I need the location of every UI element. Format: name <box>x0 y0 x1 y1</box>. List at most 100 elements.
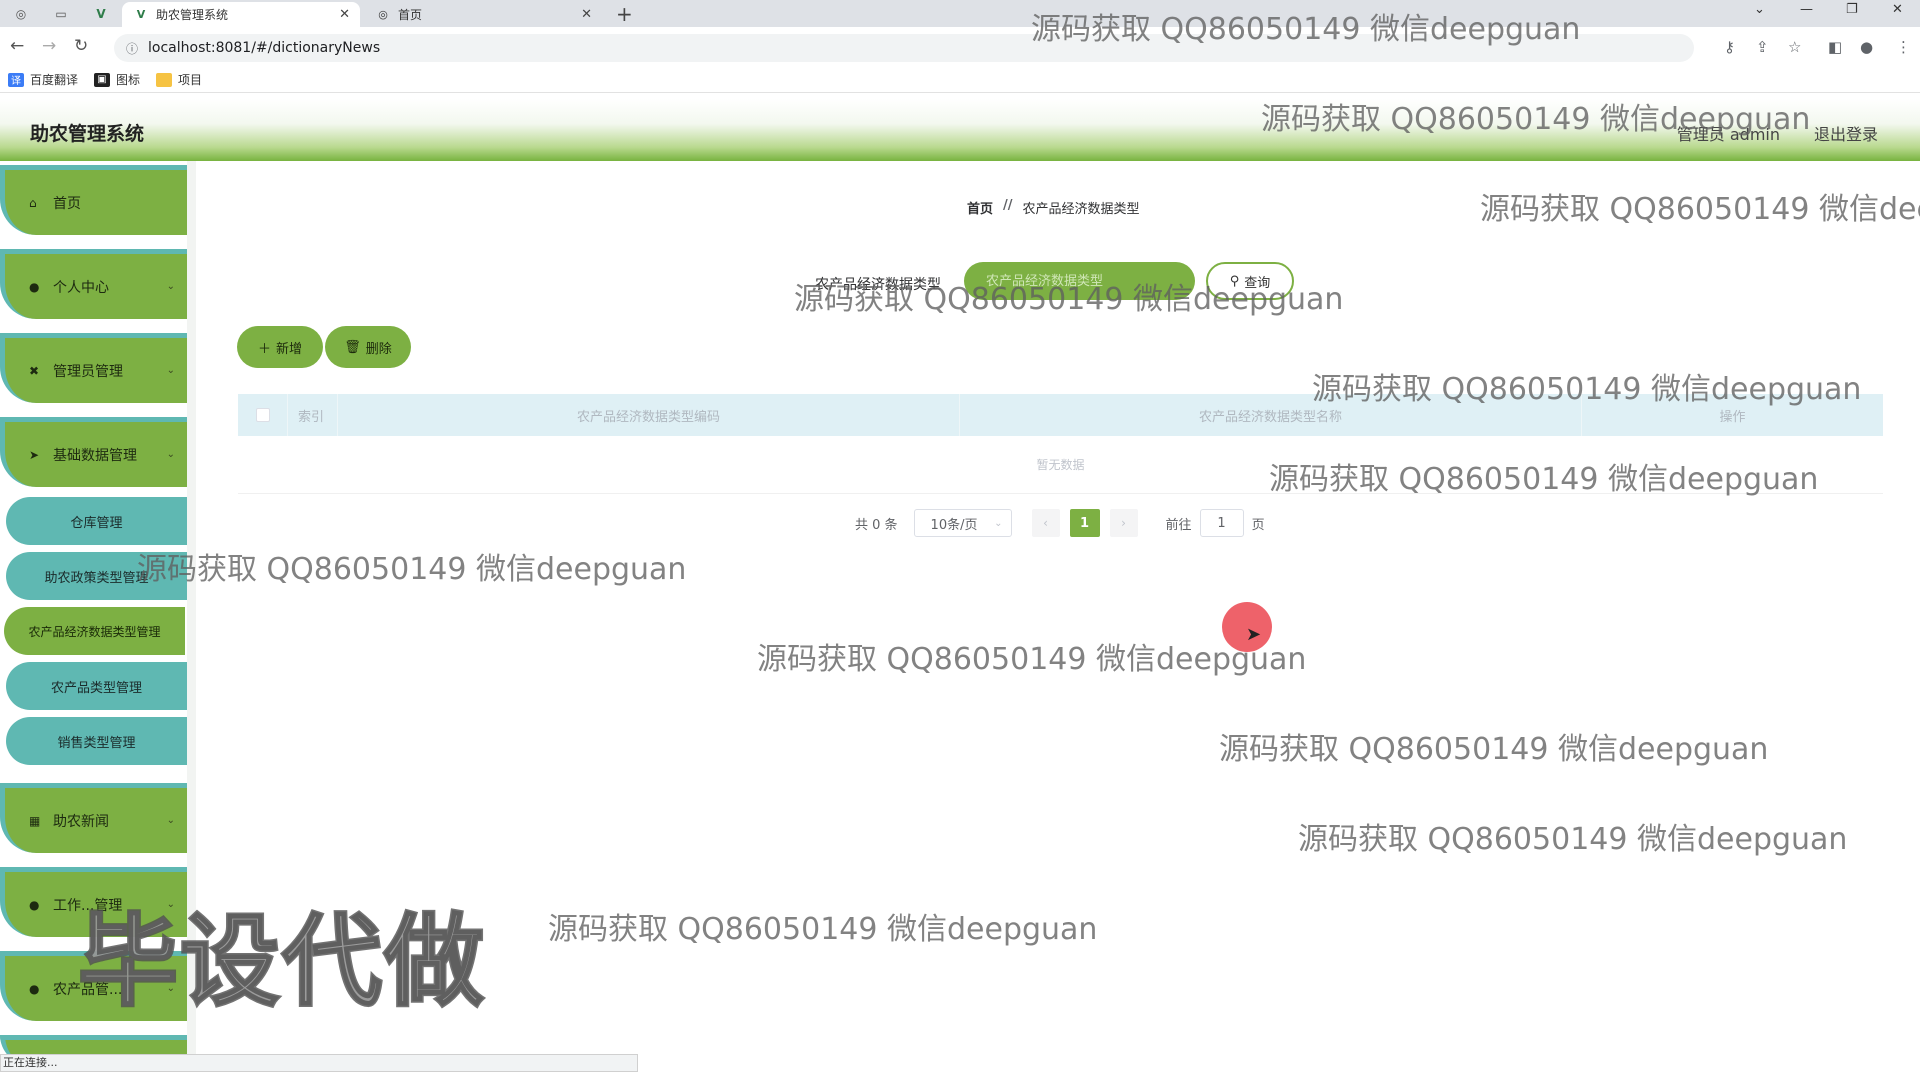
sidebar-sub-economic-data-type[interactable]: 农产品经济数据类型管理 <box>4 607 185 655</box>
watermark-text: 源码获取 QQ86050149 微信deepguan <box>548 912 1098 947</box>
globe-favicon-icon: ◎ <box>378 8 388 21</box>
restore-button[interactable]: ❐ <box>1846 2 1858 17</box>
goto-label: 前往 <box>1165 517 1192 533</box>
watermark-text: 源码获取 QQ86050149 微信deepguan <box>1298 822 1848 857</box>
address-bar: ← → ↻ ⓘ localhost:8081/#/dictionaryNews … <box>0 27 1920 67</box>
sidebar-item-news[interactable]: ▦ 助农新闻 ⌄ <box>0 783 187 853</box>
sidebar-item-work[interactable]: ● 工作...管理 ⌄ <box>0 867 187 937</box>
reload-icon[interactable]: ↻ <box>74 36 88 56</box>
bookmarks-bar: 译 百度翻译 ▣ 图标 ▮ 项目 <box>0 67 1920 93</box>
watermark-text: 源码获取 QQ86050149 微信deepguan <box>1219 732 1769 767</box>
breadcrumb-separator: // <box>1003 198 1013 213</box>
sidebar-sub-warehouse[interactable]: 仓库管理 <box>6 497 187 545</box>
column-header-code: 农产品经济数据类型编码 <box>338 394 960 436</box>
sidebar-sub-product-type[interactable]: 农产品类型管理 <box>6 662 187 710</box>
watermark-text: 源码获取 QQ86050149 微信deepguan <box>1480 192 1920 227</box>
logout-link[interactable]: 退出登录 <box>1814 121 1878 145</box>
table-empty-text: 暂无数据 <box>238 436 1883 494</box>
new-tab-button[interactable]: + <box>616 2 633 26</box>
forward-arrow-icon[interactable]: → <box>42 36 56 56</box>
globe-icon[interactable]: ◎ <box>10 4 32 24</box>
sidebar-item-basic-data[interactable]: ➤ 基础数据管理 ⌄ <box>0 417 187 487</box>
mouse-cursor-icon: ➤ <box>1246 624 1262 645</box>
image-icon: ▣ <box>94 72 111 87</box>
tab-title: 助农管理系统 <box>156 8 229 22</box>
sidepanel-icon[interactable]: ◧ <box>1828 38 1842 56</box>
chevron-down-icon: ⌄ <box>166 365 175 376</box>
column-header-actions: 操作 <box>1719 409 1746 425</box>
chevron-down-icon: ⌄ <box>166 815 175 826</box>
pagination: 共 0 条 10条/页 ⌄ ‹ 1 › 前往 1 页 <box>855 509 1265 537</box>
tab-search-icon[interactable]: ⌄ <box>1754 2 1765 17</box>
column-header-name: 农产品经济数据类型名称 <box>960 394 1582 436</box>
translate-icon: 译 <box>8 72 24 87</box>
chevron-down-icon: ⌄ <box>166 281 175 292</box>
sidebar-item-home[interactable]: ⌂ 首页 <box>0 165 187 235</box>
grid-icon: ▦ <box>29 813 41 828</box>
search-input[interactable] <box>964 262 1195 300</box>
browser-status-bar: 正在连接... <box>0 1054 638 1072</box>
user-icon: ● <box>29 279 40 294</box>
chevron-down-icon: ⌄ <box>166 899 175 910</box>
page-size-select[interactable]: 10条/页 ⌄ <box>913 509 1012 537</box>
minimize-button[interactable]: — <box>1800 2 1813 17</box>
breadcrumb-home[interactable]: 首页 <box>967 198 993 217</box>
breadcrumb-current: 农产品经济数据类型 <box>1022 202 1140 217</box>
send-icon: ➤ <box>29 447 40 462</box>
chevron-down-icon: ⌄ <box>994 517 1003 529</box>
user-icon: ● <box>29 981 40 996</box>
sidebar-item-product[interactable]: ● 农产品管... ⌄ <box>0 951 187 1021</box>
sidebar-item-personal-center[interactable]: ● 个人中心 ⌄ <box>0 249 187 319</box>
watermark-text: 源码获取 QQ86050149 微信deepguan <box>757 642 1307 677</box>
info-icon[interactable]: ⓘ <box>126 40 138 57</box>
bookmark-icons[interactable]: ▣ 图标 <box>94 71 140 88</box>
pin-icon: ● <box>29 897 40 912</box>
folder-icon: ▮ <box>156 72 173 87</box>
chevron-right-icon: › <box>1121 516 1126 530</box>
page-suffix: 页 <box>1251 517 1265 533</box>
page-number-current[interactable]: 1 <box>1069 509 1100 537</box>
key-icon[interactable]: ⚷ <box>1724 38 1735 56</box>
tab-title: 首页 <box>398 8 423 22</box>
tab-close-icon[interactable]: ✕ <box>581 7 592 22</box>
tab-close-icon[interactable]: ✕ <box>339 7 350 22</box>
table-header: 索引 农产品经济数据类型编码 农产品经济数据类型名称 操作 <box>238 394 1883 436</box>
breadcrumb: 首页 // 农产品经济数据类型 <box>967 198 1140 217</box>
sidebar-scrollbar[interactable] <box>187 161 196 1056</box>
add-button[interactable]: ＋ 新增 <box>237 326 323 368</box>
data-table: 索引 农产品经济数据类型编码 农产品经济数据类型名称 操作 暂无数据 <box>238 394 1883 494</box>
admin-icon: ✖ <box>29 363 40 378</box>
menu-dots-icon[interactable]: ⋮ <box>1896 38 1911 56</box>
blank-tab-icon[interactable]: ▭ <box>50 4 72 24</box>
sidebar-item-admin-manage[interactable]: ✖ 管理员管理 ⌄ <box>0 333 187 403</box>
vue-icon[interactable]: V <box>90 4 112 24</box>
share-icon[interactable]: ⇪ <box>1756 38 1769 56</box>
search-button[interactable]: ⚲ 查询 <box>1206 262 1294 300</box>
tab-home[interactable]: ◎ 首页 ✕ <box>364 2 602 27</box>
search-label: 农产品经济数据类型 <box>815 277 941 293</box>
admin-label: 管理员 admin <box>1676 125 1780 144</box>
column-header-index: 索引 <box>288 394 338 436</box>
bookmark-project[interactable]: ▮ 项目 <box>156 71 202 88</box>
select-all-cell <box>238 394 288 436</box>
browser-tab-bar: ◎ ▭ V V 助农管理系统 ✕ ◎ 首页 ✕ + ⌄ — ❐ ✕ <box>0 0 1920 27</box>
close-window-button[interactable]: ✕ <box>1892 2 1903 17</box>
vue-favicon-icon: V <box>136 8 146 21</box>
goto-page-input[interactable]: 1 <box>1199 509 1244 537</box>
sidebar-sub-policy-type[interactable]: 助农政策类型管理 <box>6 552 187 600</box>
star-icon[interactable]: ☆ <box>1788 38 1801 56</box>
pagination-total: 共 0 条 <box>855 517 898 533</box>
next-page-button[interactable]: › <box>1109 509 1138 537</box>
delete-button[interactable]: 🗑 删除 <box>325 326 411 368</box>
profile-icon[interactable]: ● <box>1860 38 1873 56</box>
tab-app[interactable]: V 助农管理系统 ✕ <box>122 2 360 27</box>
sidebar-sub-sales-type[interactable]: 销售类型管理 <box>6 717 187 765</box>
prev-page-button[interactable]: ‹ <box>1031 509 1060 537</box>
app-title: 助农管理系统 <box>30 123 145 145</box>
trash-icon: 🗑 <box>344 339 361 355</box>
back-arrow-icon[interactable]: ← <box>10 36 24 56</box>
select-all-checkbox[interactable] <box>255 408 270 422</box>
home-icon: ⌂ <box>29 195 37 210</box>
url-field[interactable]: ⓘ localhost:8081/#/dictionaryNews <box>114 34 1694 62</box>
bookmark-baidu-translate[interactable]: 译 百度翻译 <box>8 71 78 88</box>
